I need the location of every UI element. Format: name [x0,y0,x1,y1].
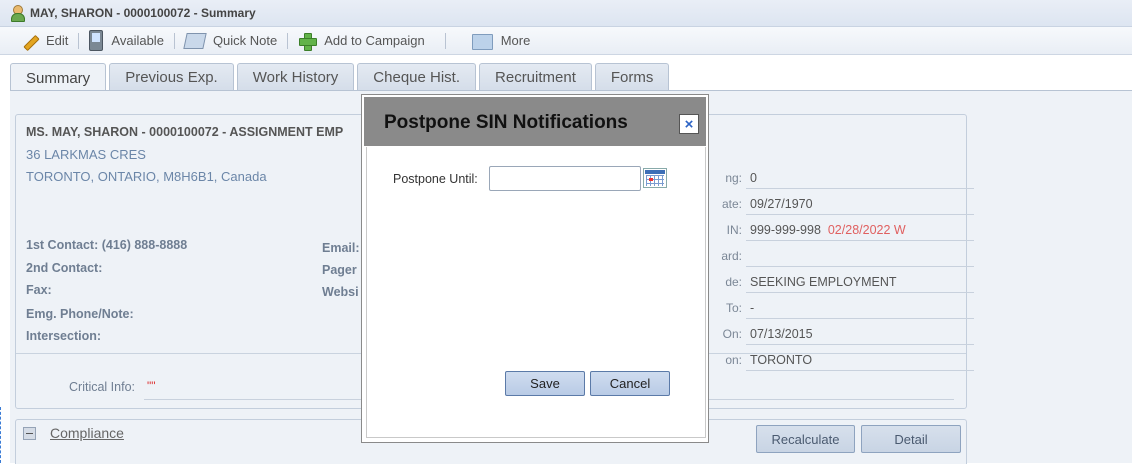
compliance-title[interactable]: Compliance [50,425,124,441]
candidate-name: MS. MAY, SHARON - 0000100072 - ASSIGNMEN… [26,125,344,139]
field-label: To: [725,301,742,315]
tab-work-history[interactable]: Work History [236,63,355,91]
tab-forms[interactable]: Forms [594,63,670,91]
field-value: - [750,301,755,315]
detail-field: ng: 0 [716,165,974,191]
save-button[interactable]: Save [505,371,585,396]
phone-icon [89,30,104,51]
detail-field: de: SEEKING EMPLOYMENT [716,269,974,295]
selection-edge [0,407,4,463]
address-line-2: TORONTO, ONTARIO, M8H6B1, Canada [26,169,267,184]
tab-label: Previous Exp. [125,69,218,86]
detail-button[interactable]: Detail [861,425,961,453]
more-label: More [500,33,531,48]
collapse-icon[interactable] [23,427,36,440]
field-label: de: [725,275,742,289]
field-label: ng: [725,171,742,185]
pencil-icon [20,32,38,50]
close-icon[interactable]: × [679,114,699,134]
note-icon [183,32,207,49]
person-icon [10,5,25,22]
field-value: 09/27/1970 [750,197,813,211]
tab-label: Forms [610,69,654,86]
dialog-header: Postpone SIN Notifications × [364,97,706,146]
detail-field: ard: [716,243,974,269]
critical-info-value: "" [147,379,156,393]
toolbar: Edit Available Quick Note Add to Campaig… [0,27,1132,55]
available-label: Available [111,33,164,48]
edit-label: Edit [46,33,69,48]
cancel-button[interactable]: Cancel [590,371,670,396]
detail-field: On: 07/13/2015 [716,321,974,347]
plus-icon [298,32,318,51]
add-to-campaign-label: Add to Campaign [324,33,425,48]
contact-1: 1st Contact: (416) 888-8888 [26,238,188,252]
dialog-title: Postpone SIN Notifications [384,112,628,133]
quick-note-label: Quick Note [212,33,278,48]
field-value: 999-999-998 02/28/2022 W [750,223,906,237]
postpone-until-input[interactable] [489,166,641,191]
postpone-dialog: Postpone SIN Notifications × Postpone Un… [361,94,709,443]
field-label: ate: [721,197,742,211]
available-button[interactable]: Available [79,27,174,54]
postpone-until-label: Postpone Until: [393,172,478,186]
field-label: ard: [721,249,742,263]
window-title: MAY, SHARON - 0000100072 - Summary [30,6,256,20]
fax-label: Fax: [26,283,52,297]
email-label: Email: [322,241,360,255]
tab-label: Summary [26,69,91,87]
tab-previous-exp[interactable]: Previous Exp. [109,63,234,91]
tab-label: Cheque Hist. [373,69,461,86]
more-button[interactable]: More [446,27,541,54]
website-label: Websi [322,285,359,299]
quick-note-button[interactable]: Quick Note [175,27,287,54]
detail-field: ate: 09/27/1970 [716,191,974,217]
tab-label: Recruitment [495,69,576,86]
critical-info-label: Critical Info: [69,380,135,394]
tab-bar: Summary Previous Exp. Work History Chequ… [10,63,672,92]
detail-field-sin: IN: 999-999-998 02/28/2022 W [716,217,974,243]
field-value: 07/13/2015 [750,327,813,341]
field-value: 0 [750,171,757,185]
pager-label: Pager [322,263,357,277]
recalculate-button[interactable]: Recalculate [756,425,855,453]
detail-field: To: - [716,295,974,321]
tab-summary[interactable]: Summary [10,63,107,92]
tab-cheque-hist[interactable]: Cheque Hist. [357,63,477,91]
edit-button[interactable]: Edit [0,27,78,54]
field-label: On: [722,327,742,341]
tab-label: Work History [252,69,339,86]
field-value: TORONTO [750,353,813,367]
detail-field: on: TORONTO [716,347,974,373]
field-label: IN: [726,223,742,237]
field-value: SEEKING EMPLOYMENT [750,275,897,289]
address-line-1: 36 LARKMAS CRES [26,147,146,162]
postpone-dialog-container: Postpone SIN Notifications × Postpone Un… [361,94,709,443]
sin-expiry: 02/28/2022 W [827,223,906,237]
emergency-phone-label: Emg. Phone/Note: [26,307,134,321]
calendar-icon[interactable] [643,168,667,188]
sin-value: 999-999-998 [750,223,821,237]
tab-recruitment[interactable]: Recruitment [479,63,592,91]
folder-icon [471,34,493,50]
field-label: on: [725,353,742,367]
window-titlebar: MAY, SHARON - 0000100072 - Summary [0,0,1132,27]
add-to-campaign-button[interactable]: Add to Campaign [288,27,434,54]
intersection-label: Intersection: [26,329,102,343]
contact-2-label: 2nd Contact: [26,261,103,275]
